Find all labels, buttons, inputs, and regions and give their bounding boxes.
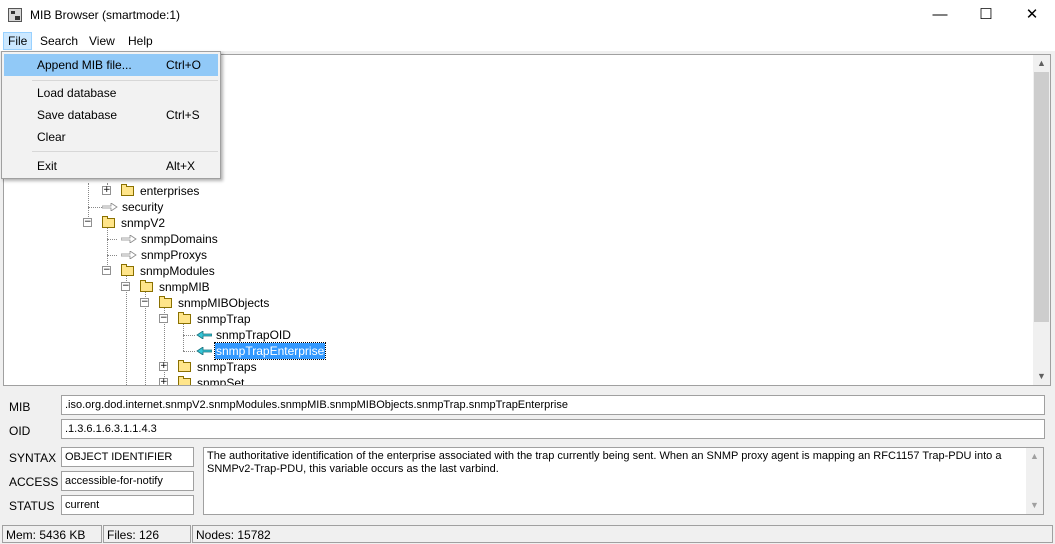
folder-icon <box>178 376 191 385</box>
folder-icon <box>178 360 191 372</box>
window-title: MIB Browser (smartmode:1) <box>30 8 181 22</box>
leaf-arrow-icon <box>102 203 118 211</box>
tree-node-label: snmpSet <box>197 376 245 386</box>
scroll-down-icon[interactable]: ▼ <box>1026 497 1043 514</box>
menu-separator <box>32 151 218 152</box>
menu-search[interactable]: Search <box>35 32 83 50</box>
syntax-label: SYNTAX <box>9 451 57 465</box>
collapse-minus-icon[interactable]: − <box>83 218 92 227</box>
menu-bar: File Search View Help <box>0 31 1055 51</box>
menu-item-clear[interactable]: Clear <box>4 126 218 148</box>
tree-line <box>183 335 195 336</box>
menu-view[interactable]: View <box>84 32 120 50</box>
status-files: Files: 126 <box>103 525 191 543</box>
folder-icon <box>121 184 134 196</box>
open-folder-icon <box>178 312 191 324</box>
description-textarea[interactable]: The authoritative identification of the … <box>203 447 1044 515</box>
scroll-down-icon[interactable]: ▼ <box>1033 368 1050 385</box>
mib-label: MIB <box>9 400 31 414</box>
status-memory: Mem: 5436 KB <box>2 525 102 543</box>
tree-line <box>88 207 102 208</box>
tree-node-label: snmpMIB <box>159 280 210 294</box>
menu-item-exit[interactable]: Exit Alt+X <box>4 155 218 177</box>
access-field[interactable]: accessible-for-notify <box>61 471 194 491</box>
description-scrollbar[interactable]: ▲ ▼ <box>1026 448 1043 514</box>
tree-node-label: security <box>122 200 164 214</box>
leaf-arrow-icon <box>121 251 137 259</box>
menu-item-label: Save database <box>37 108 118 122</box>
maximize-button[interactable]: ☐ <box>963 0 1009 31</box>
status-field[interactable]: current <box>61 495 194 515</box>
tree-line <box>107 239 117 240</box>
notify-arrow-icon <box>196 347 212 355</box>
menu-item-shortcut: Ctrl+O <box>166 58 202 72</box>
tree-node-label: snmpV2 <box>121 216 166 230</box>
tree-node-label: snmpTrapOID <box>216 328 291 342</box>
collapse-minus-icon[interactable]: − <box>121 282 130 291</box>
open-folder-icon <box>102 216 115 228</box>
status-bar: Mem: 5436 KB Files: 126 Nodes: 15782 <box>0 523 1055 544</box>
open-folder-icon <box>121 264 134 276</box>
menu-file[interactable]: File <box>3 32 33 50</box>
scroll-up-icon[interactable]: ▲ <box>1026 448 1043 465</box>
minimize-button[interactable]: — <box>917 0 963 31</box>
syntax-field[interactable]: OBJECT IDENTIFIER <box>61 447 194 467</box>
tree-node-label: snmpModules <box>140 264 215 278</box>
menu-item-load-database[interactable]: Load database <box>4 82 218 104</box>
collapse-minus-icon[interactable]: − <box>140 298 149 307</box>
collapse-minus-icon[interactable]: − <box>159 314 168 323</box>
tree-node-label: snmpTrap <box>197 312 251 326</box>
oid-label: OID <box>9 424 31 438</box>
oid-field[interactable]: .1.3.6.1.6.3.1.1.4.3 <box>61 419 1045 439</box>
menu-item-shortcut: Alt+X <box>166 159 196 173</box>
open-folder-icon <box>159 296 172 308</box>
collapse-minus-icon[interactable]: − <box>102 266 111 275</box>
tree-line <box>107 255 117 256</box>
menu-item-append-mib[interactable]: Append MIB file... Ctrl+O <box>4 54 218 76</box>
tree-line <box>183 323 184 351</box>
tree-node-label: enterprises <box>140 184 200 198</box>
menu-item-shortcut: Ctrl+S <box>166 108 200 122</box>
expand-plus-icon[interactable]: + <box>159 378 168 385</box>
app-icon <box>8 8 22 22</box>
title-bar: MIB Browser (smartmode:1) — ☐ ✕ <box>0 0 1055 31</box>
menu-item-save-database[interactable]: Save database Ctrl+S <box>4 104 218 126</box>
tree-node-label-selected: snmpTrapEnterprise <box>213 342 327 360</box>
menu-separator <box>32 80 218 81</box>
menu-item-label: Load database <box>37 86 117 100</box>
leaf-arrow-icon <box>121 235 137 243</box>
tree-node-label: snmpTraps <box>197 360 257 374</box>
status-nodes: Nodes: 15782 <box>192 525 1053 543</box>
tree-line <box>183 351 195 352</box>
tree-node-label: snmpMIBObjects <box>178 296 270 310</box>
menu-item-label: Clear <box>37 130 66 144</box>
scroll-up-icon[interactable]: ▲ <box>1033 55 1050 72</box>
tree-line <box>126 275 127 385</box>
expand-plus-icon[interactable]: + <box>102 186 111 195</box>
tree-line <box>107 227 108 267</box>
tree-scrollbar[interactable]: ▲ ▼ <box>1033 55 1050 385</box>
file-menu-dropdown: Append MIB file... Ctrl+O Load database … <box>1 51 221 179</box>
status-label: STATUS <box>9 499 55 513</box>
description-text: The authoritative identification of the … <box>207 450 1002 475</box>
mib-field[interactable]: .iso.org.dod.internet.snmpV2.snmpModules… <box>61 395 1045 415</box>
tree-node-label: snmpDomains <box>141 232 218 246</box>
notify-arrow-icon <box>196 331 212 339</box>
expand-plus-icon[interactable]: + <box>159 362 168 371</box>
scroll-thumb[interactable] <box>1034 72 1049 322</box>
access-label: ACCESS <box>9 475 59 489</box>
menu-item-label: Append MIB file... <box>37 58 132 72</box>
tree-node-label: snmpProxys <box>141 248 208 262</box>
menu-help[interactable]: Help <box>123 32 158 50</box>
open-folder-icon <box>140 280 153 292</box>
close-button[interactable]: ✕ <box>1009 0 1055 31</box>
menu-item-label: Exit <box>37 159 58 173</box>
